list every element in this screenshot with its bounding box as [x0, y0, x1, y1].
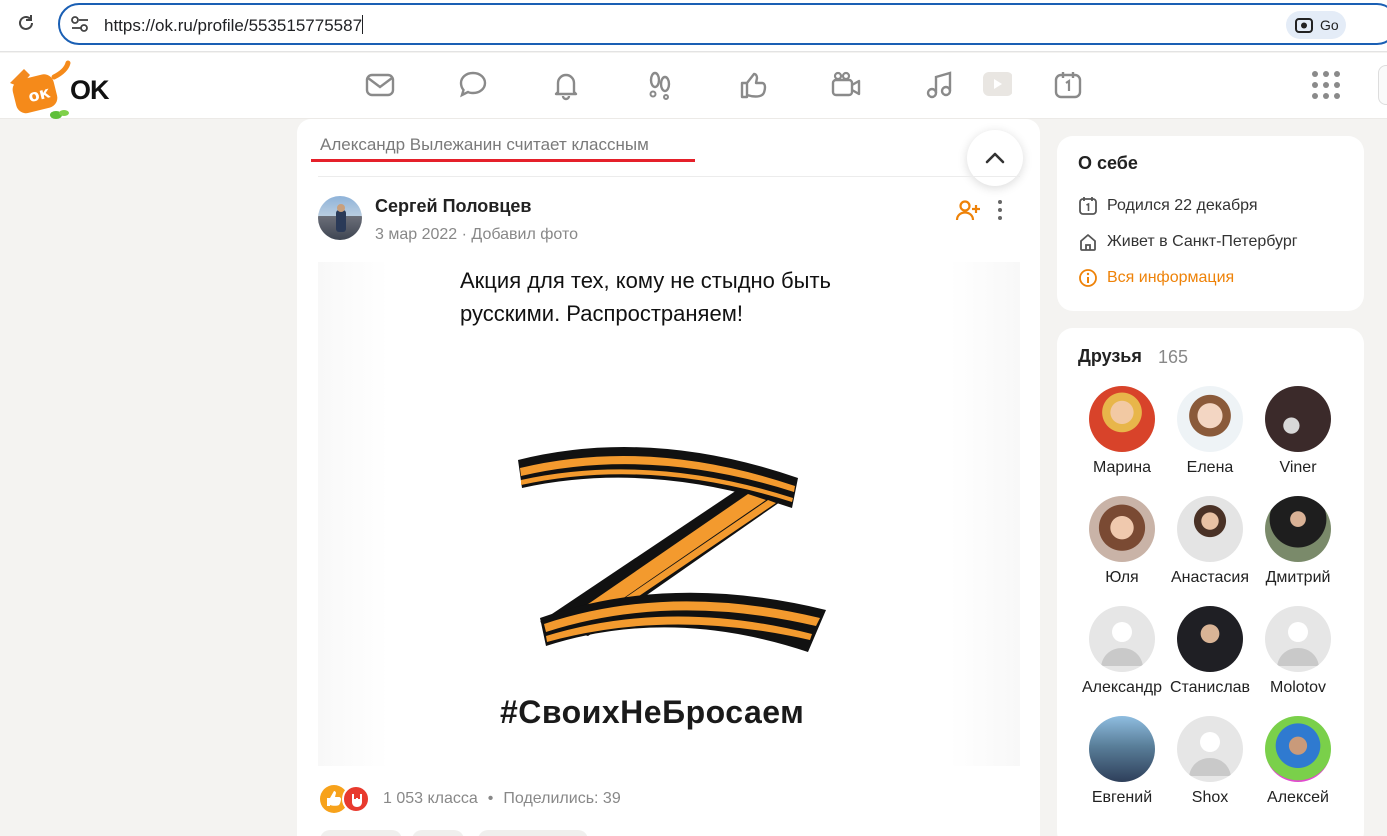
discussions-icon[interactable]: [457, 69, 489, 101]
reactions-summary[interactable]: [320, 785, 376, 813]
friend-avatar: [1177, 606, 1243, 672]
chevron-up-icon: [985, 152, 1005, 164]
friend-avatar: [1089, 496, 1155, 562]
collapse-button[interactable]: [967, 130, 1023, 186]
friend-item[interactable]: Дмитрий: [1255, 496, 1343, 596]
apps-grid-icon[interactable]: [1312, 71, 1340, 99]
red-underline-annotation: [311, 159, 695, 162]
friend-name: Shox: [1191, 789, 1229, 806]
lens-label: Go: [1320, 17, 1339, 33]
ok-logo-text: OK: [70, 75, 109, 105]
events-icon[interactable]: [737, 69, 769, 101]
info-icon: [1079, 269, 1097, 287]
like-button[interactable]: [478, 830, 588, 836]
messages-icon[interactable]: [364, 69, 396, 101]
friends-title[interactable]: Друзья: [1078, 346, 1142, 367]
city-text: Живет в Санкт-Петербург: [1107, 233, 1298, 250]
home-icon: [1080, 234, 1096, 251]
music-icon[interactable]: [924, 69, 956, 101]
feed-header-text[interactable]: Александр Вылежанин считает классным: [320, 135, 649, 155]
notifications-icon[interactable]: [550, 69, 582, 101]
friend-name: Александр: [1081, 679, 1163, 696]
post-date[interactable]: 3 мар 2022: [375, 226, 457, 243]
google-lens-button[interactable]: Go: [1286, 11, 1346, 39]
friend-item[interactable]: Shox: [1167, 716, 1255, 816]
default-user-icon: [1101, 622, 1143, 666]
likes-count[interactable]: 1 053 класса: [383, 790, 478, 807]
friend-item[interactable]: Алексей: [1255, 716, 1343, 816]
friend-name: Марина: [1093, 459, 1151, 476]
friend-name: Viner: [1279, 459, 1317, 476]
side-panel-handle[interactable]: [1378, 65, 1387, 105]
friend-name: Евгений: [1091, 789, 1153, 806]
shares-count[interactable]: Поделились: 39: [503, 790, 620, 807]
friend-item[interactable]: Станислав: [1167, 606, 1255, 706]
friend-item[interactable]: Viner: [1255, 386, 1343, 486]
birthday-text: Родился 22 декабря: [1107, 197, 1258, 214]
post-action: Добавил фото: [471, 226, 579, 243]
divider: [318, 176, 1020, 177]
post-meta: 3 мар 2022 · Добавил фото: [375, 226, 578, 244]
guests-icon[interactable]: [644, 69, 676, 101]
add-friend-icon[interactable]: [955, 198, 981, 224]
post-stats: 1 053 класса • Поделились: 39: [383, 790, 621, 808]
friend-avatar: [1265, 496, 1331, 562]
comment-button[interactable]: [320, 830, 402, 836]
default-user-icon: [1277, 622, 1319, 666]
friend-name: Станислав: [1169, 679, 1251, 696]
photo-caption-text: Акция для тех, кому не стыдно быть русск…: [460, 268, 831, 326]
about-title: О себе: [1078, 153, 1138, 173]
calendar-icon[interactable]: [1052, 69, 1084, 101]
friend-item[interactable]: Александр: [1079, 606, 1167, 706]
friend-avatar: [1089, 386, 1155, 452]
lens-icon: [1295, 18, 1313, 33]
friend-avatar: [1089, 716, 1155, 782]
post-author-name[interactable]: Сергей Половцев: [375, 196, 531, 217]
video-call-icon[interactable]: [830, 69, 862, 101]
share-button[interactable]: [412, 830, 464, 836]
friend-item[interactable]: Юля: [1079, 496, 1167, 596]
reload-icon[interactable]: [14, 12, 38, 36]
ok-watering-can-icon: ок: [10, 60, 71, 119]
photo-hashtag: #СвоихНеБросаем: [500, 694, 805, 730]
all-info-text[interactable]: Вся информация: [1107, 269, 1234, 287]
default-user-icon: [1189, 732, 1231, 776]
calendar-icon: [1079, 197, 1097, 215]
more-options-icon[interactable]: [994, 200, 1006, 222]
browser-toolbar: https://ok.ru/profile/553515775587 Go: [0, 0, 1387, 52]
friend-avatar: [1265, 716, 1331, 782]
friend-name: Molotov: [1269, 679, 1327, 696]
friend-avatar: [1177, 386, 1243, 452]
ok-logo[interactable]: ок OK: [4, 57, 114, 121]
url-text[interactable]: https://ok.ru/profile/553515775587: [104, 15, 364, 36]
friend-avatar-placeholder: [1089, 606, 1155, 672]
author-avatar[interactable]: [318, 196, 362, 240]
z-ribbon-image: [518, 447, 826, 652]
friend-avatar: [1265, 386, 1331, 452]
address-bar[interactable]: https://ok.ru/profile/553515775587 Go: [58, 3, 1387, 45]
friend-name: Елена: [1186, 459, 1234, 476]
friend-avatar-placeholder: [1177, 716, 1243, 782]
rock-reaction-icon: [342, 785, 370, 813]
friend-item[interactable]: Анастасия: [1167, 496, 1255, 596]
stats-separator: •: [487, 790, 494, 807]
friend-item[interactable]: Марина: [1079, 386, 1167, 486]
friend-avatar: [1177, 496, 1243, 562]
ok-top-navigation: ок OK: [0, 53, 1387, 119]
meta-separator: ·: [461, 226, 467, 243]
video-icon[interactable]: [980, 69, 1013, 101]
friend-item[interactable]: Евгений: [1079, 716, 1167, 816]
friend-name: Юля: [1105, 569, 1139, 586]
friend-name: Дмитрий: [1265, 569, 1331, 586]
friend-name: Алексей: [1267, 789, 1329, 806]
friends-count: 165: [1158, 347, 1189, 367]
site-settings-icon[interactable]: [70, 15, 90, 33]
friend-item[interactable]: Molotov: [1255, 606, 1343, 706]
friend-item[interactable]: Елена: [1167, 386, 1255, 486]
friend-name: Анастасия: [1170, 569, 1250, 586]
friend-avatar-placeholder: [1265, 606, 1331, 672]
